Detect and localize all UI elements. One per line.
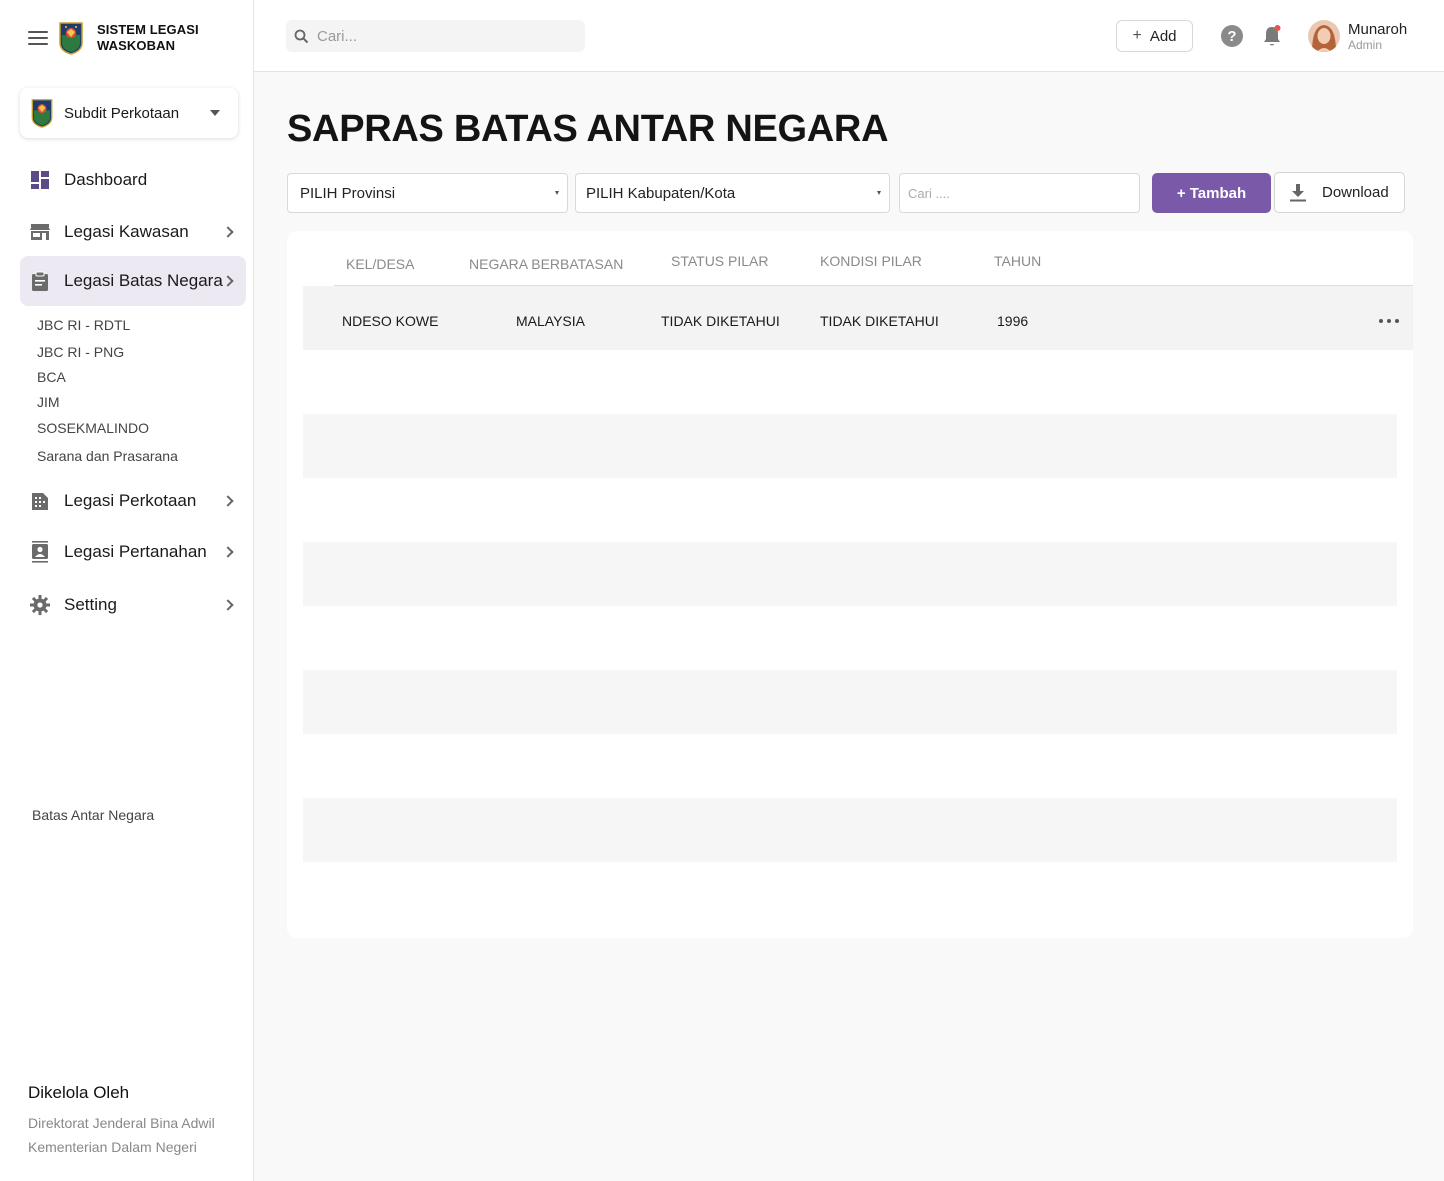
more-horizontal-icon[interactable] xyxy=(1379,319,1399,325)
add-button[interactable]: + Add xyxy=(1116,20,1193,52)
sidebar-subitem-bca[interactable]: BCA xyxy=(37,369,66,385)
download-icon xyxy=(1290,183,1306,201)
sidebar-item-label: Legasi Kawasan xyxy=(64,222,189,241)
table-row-placeholder xyxy=(303,414,1397,478)
column-header-negara-berbatasan[interactable]: NEGARA BERBATASAN xyxy=(469,256,623,272)
table-row-placeholder xyxy=(303,670,1397,734)
bell-icon[interactable] xyxy=(1261,24,1283,48)
org-select[interactable]: Subdit Perkotaan xyxy=(20,88,238,138)
help-icon[interactable]: ? xyxy=(1221,25,1243,47)
chevron-right-icon xyxy=(222,546,234,558)
dashboard-icon xyxy=(30,170,50,190)
sidebar-item-label: Setting xyxy=(64,595,117,614)
chevron-right-icon xyxy=(222,495,234,507)
plus-icon: + xyxy=(1132,27,1142,44)
download-button[interactable]: Download xyxy=(1274,172,1405,213)
add-button-label: Add xyxy=(1149,27,1177,45)
hamburger-icon[interactable] xyxy=(28,31,48,45)
brand: SISTEM LEGASI WASKOBAN xyxy=(28,20,207,56)
emblem-logo xyxy=(58,21,84,55)
table-cell-kondisi-pilar: TIDAK DIKETAHUI xyxy=(820,313,939,329)
managed-by-line: Kementerian Dalam Negeri xyxy=(28,1139,197,1155)
gear-icon xyxy=(30,595,50,615)
table-row-placeholder xyxy=(303,542,1397,606)
sidebar-subitem-jbc-png[interactable]: JBC RI - PNG xyxy=(37,344,124,360)
table-cell-tahun: 1996 xyxy=(997,313,1029,329)
provinsi-select[interactable]: PILIH Provinsi xyxy=(287,173,568,213)
store-icon xyxy=(30,222,50,242)
chevron-down-icon xyxy=(555,191,559,195)
kabupaten-select[interactable]: PILIH Kabupaten/Kota xyxy=(575,173,890,213)
sidebar-item-legasi-batas-negara[interactable]: Legasi Batas Negara xyxy=(20,256,246,306)
sidebar-subitem-jim[interactable]: JIM xyxy=(37,394,60,410)
download-button-label: Download xyxy=(1322,184,1389,201)
page-title: SAPRAS BATAS ANTAR NEGARA xyxy=(287,108,889,150)
column-header-kel-desa[interactable]: KEL/DESA xyxy=(346,256,414,272)
managed-by-title: Dikelola Oleh xyxy=(28,1083,130,1102)
provinsi-select-value: PILIH Provinsi xyxy=(300,184,396,202)
sidebar-subitem-jbc-rdtl[interactable]: JBC RI - RDTL xyxy=(37,317,130,333)
chevron-down-icon xyxy=(210,110,220,116)
kabupaten-select-value: PILIH Kabupaten/Kota xyxy=(586,184,736,202)
column-header-tahun[interactable]: TAHUN xyxy=(994,253,1041,269)
global-search[interactable] xyxy=(286,20,585,52)
table-row-placeholder xyxy=(303,798,1397,862)
column-header-kondisi-pilar[interactable]: KONDISI PILAR xyxy=(820,253,922,269)
tambah-button[interactable]: + Tambah xyxy=(1152,173,1271,213)
building-icon xyxy=(30,491,50,511)
table-cell-kel-desa: NDESO KOWE xyxy=(342,313,439,329)
sidebar: SISTEM LEGASI WASKOBAN Subdit Perkotaan … xyxy=(0,0,254,1181)
avatar[interactable] xyxy=(1308,20,1340,52)
chevron-down-icon xyxy=(877,191,881,195)
sidebar-item-label: Legasi Batas Negara xyxy=(64,271,223,290)
data-table: KEL/DESA NEGARA BERBATASAN STATUS PILAR … xyxy=(287,231,1413,938)
user-role: Admin xyxy=(1348,38,1383,52)
search-icon xyxy=(294,29,309,43)
topbar: + Add ? Munaroh Admin xyxy=(254,0,1444,72)
managed-by-line: Direktorat Jenderal Bina Adwil xyxy=(28,1115,215,1131)
sidebar-subitem-sosekmalindo[interactable]: SOSEKMALINDO xyxy=(37,420,149,436)
sidebar-item-label: Dashboard xyxy=(64,170,148,189)
sidebar-footer-label[interactable]: Batas Antar Negara xyxy=(32,807,154,823)
table-search[interactable] xyxy=(899,173,1140,213)
sidebar-item-setting[interactable]: Setting xyxy=(20,581,246,629)
sidebar-item-dashboard[interactable]: Dashboard xyxy=(20,156,246,204)
table-cell-negara-berbatasan: MALAYSIA xyxy=(516,313,585,329)
contact-icon xyxy=(30,541,50,563)
sidebar-item-legasi-kawasan[interactable]: Legasi Kawasan xyxy=(20,208,246,256)
sidebar-subitem-sarana-prasarana[interactable]: Sarana dan Prasarana xyxy=(37,448,178,464)
clipboard-icon xyxy=(30,271,50,291)
org-emblem-icon xyxy=(30,98,54,128)
chevron-right-icon xyxy=(222,599,234,611)
brand-title: SISTEM LEGASI WASKOBAN xyxy=(97,22,199,53)
sidebar-item-label: Legasi Pertanahan xyxy=(64,542,207,561)
chevron-right-icon xyxy=(222,275,234,287)
sidebar-item-legasi-perkotaan[interactable]: Legasi Perkotaan xyxy=(20,477,246,525)
table-search-input[interactable] xyxy=(908,185,1131,201)
sidebar-item-label: Legasi Perkotaan xyxy=(64,491,197,510)
column-header-status-pilar[interactable]: STATUS PILAR xyxy=(671,253,769,269)
global-search-input[interactable] xyxy=(317,27,567,45)
chevron-right-icon xyxy=(222,226,234,238)
sidebar-item-legasi-pertanahan[interactable]: Legasi Pertanahan xyxy=(20,528,246,576)
user-name: Munaroh xyxy=(1348,21,1408,38)
table-cell-status-pilar: TIDAK DIKETAHUI xyxy=(661,313,780,329)
org-select-value: Subdit Perkotaan xyxy=(64,104,180,122)
